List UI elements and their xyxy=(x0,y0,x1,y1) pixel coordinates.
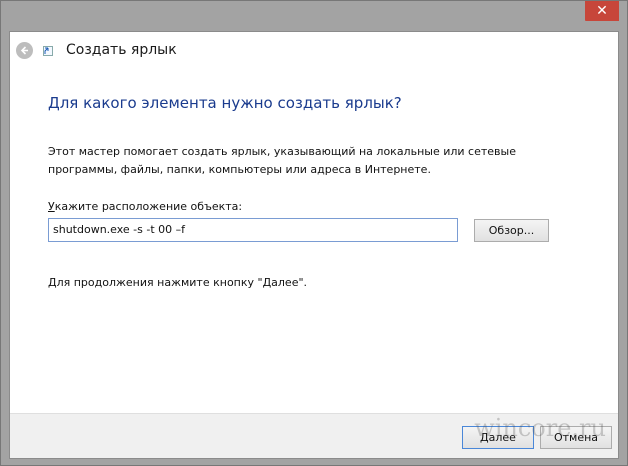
location-label-accesskey: У xyxy=(48,200,55,213)
browse-button[interactable]: Обзор... xyxy=(474,219,549,242)
watermark-logo: wincore.ru xyxy=(474,414,606,442)
close-icon: ✕ xyxy=(596,3,608,19)
dialog-header: Создать ярлык xyxy=(10,32,618,66)
back-arrow-icon xyxy=(20,46,28,55)
wizard-window: ✕ Создать ярлык Для какого элемента нужн… xyxy=(0,0,628,466)
close-button[interactable]: ✕ xyxy=(585,1,619,21)
page-heading: Для какого элемента нужно создать ярлык? xyxy=(48,94,402,112)
create-shortcut-dialog: Создать ярлык Для какого элемента нужно … xyxy=(9,31,619,459)
wizard-description: Этот мастер помогает создать ярлык, указ… xyxy=(48,145,516,176)
location-label: Укажите расположение объекта: xyxy=(48,200,242,213)
location-label-text: кажите расположение объекта: xyxy=(54,200,243,213)
shortcut-icon xyxy=(43,46,53,56)
back-button[interactable] xyxy=(16,42,33,59)
continue-hint: Для продолжения нажмите кнопку "Далее". xyxy=(48,276,308,289)
location-input[interactable]: shutdown.exe -s -t 00 –f xyxy=(48,218,458,242)
dialog-title: Создать ярлык xyxy=(66,42,177,58)
